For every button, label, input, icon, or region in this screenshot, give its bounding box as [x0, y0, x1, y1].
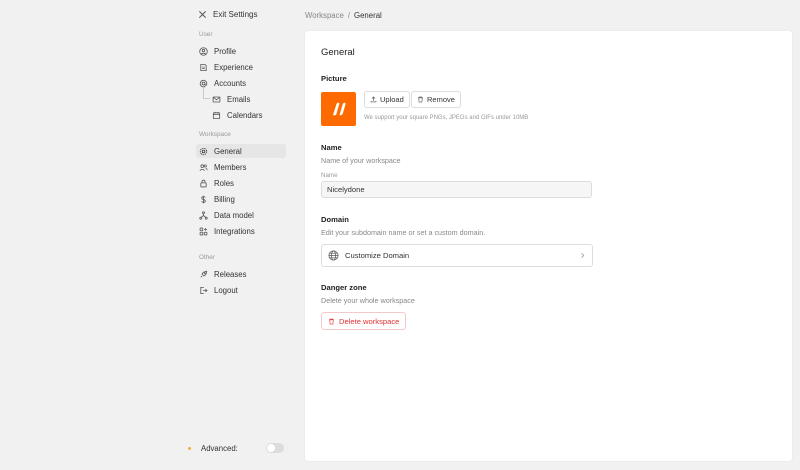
sidebar-item-data-model[interactable]: Data model [196, 208, 286, 222]
delete-workspace-button[interactable]: Delete workspace [321, 312, 407, 330]
name-field-label: Name [321, 172, 338, 179]
sidebar-item-label: Integrations [214, 226, 255, 236]
upload-button[interactable]: Upload [364, 91, 410, 108]
advanced-setting: Advanced: [186, 441, 286, 455]
picture-section-title: Picture [321, 74, 347, 83]
status-dot [188, 446, 191, 450]
sidebar-item-logout[interactable]: Logout [196, 283, 286, 297]
breadcrumb-current: General [354, 10, 382, 20]
workspace-name-input[interactable] [321, 181, 592, 198]
close-icon [198, 10, 207, 18]
section-label-user: User [199, 31, 213, 38]
danger-section-description: Delete your whole workspace [321, 296, 415, 305]
sidebar-item-experience[interactable]: Experience [196, 60, 286, 74]
advanced-label: Advanced: [201, 443, 238, 453]
remove-button[interactable]: Remove [411, 91, 461, 108]
settings-card: General Picture Upload Remove We support… [304, 30, 793, 462]
settings-icon [199, 147, 208, 155]
upload-icon [370, 96, 377, 103]
sidebar-item-label: Roles [214, 178, 234, 188]
logout-icon [200, 286, 208, 294]
mail-icon [212, 96, 221, 102]
domain-section-description: Edit your subdomain name or set a custom… [321, 228, 486, 237]
at-sign-icon [199, 79, 208, 87]
breadcrumb-parent[interactable]: Workspace [305, 11, 344, 20]
sidebar-item-roles[interactable]: Roles [196, 176, 286, 190]
hierarchy-icon [199, 210, 208, 220]
remove-label: Remove [427, 95, 455, 104]
sidebar-item-label: Data model [214, 210, 254, 220]
danger-section-title: Danger zone [321, 283, 367, 292]
lock-icon [200, 179, 207, 187]
sidebar-item-label: Releases [214, 269, 247, 279]
advanced-toggle[interactable] [266, 443, 284, 453]
workspace-logo[interactable] [321, 92, 356, 126]
trash-icon [329, 318, 334, 324]
toggle-knob [267, 444, 275, 452]
calendar-icon [212, 111, 221, 119]
chevron-right-icon [581, 253, 585, 258]
sidebar-item-calendars[interactable]: Calendars [209, 108, 286, 122]
sidebar-item-emails[interactable]: Emails [209, 92, 286, 106]
name-section-description: Name of your workspace [321, 156, 401, 165]
name-section-title: Name [321, 143, 342, 152]
apps-icon [199, 227, 208, 235]
section-label-workspace: Workspace [199, 131, 231, 138]
sidebar-item-label: Members [214, 162, 247, 172]
domain-section-title: Domain [321, 215, 349, 224]
sidebar-item-label: Logout [214, 285, 238, 295]
exit-settings-button[interactable]: Exit Settings [198, 7, 257, 21]
sidebar-item-label: Profile [214, 46, 237, 56]
sidebar-item-releases[interactable]: Releases [196, 267, 286, 281]
sidebar-item-profile[interactable]: Profile [196, 44, 286, 58]
user-circle-icon [199, 46, 208, 56]
workspace-logo-icon [332, 102, 346, 116]
breadcrumb-separator: / [347, 10, 351, 20]
sidebar-item-label: Accounts [214, 78, 247, 88]
sidebar: Exit Settings User Profile Experience Ac… [0, 0, 303, 470]
picture-hint: We support your square PNGs, JPEGs and G… [364, 115, 529, 121]
sidebar-item-label: Calendars [227, 110, 263, 120]
breadcrumb: Workspace / General [305, 10, 382, 20]
sidebar-item-general[interactable]: General [196, 144, 286, 158]
sidebar-item-integrations[interactable]: Integrations [196, 224, 286, 238]
sidebar-item-label: Experience [214, 62, 254, 72]
section-label-other: Other [199, 254, 215, 261]
upload-label: Upload [380, 95, 404, 104]
sidebar-item-label: General [214, 146, 242, 156]
experience-icon [200, 63, 207, 71]
sidebar-item-label: Emails [227, 94, 251, 104]
globe-icon [328, 250, 339, 261]
sidebar-item-billing[interactable]: Billing [196, 192, 286, 206]
rocket-icon [200, 270, 208, 277]
delete-workspace-label: Delete workspace [339, 316, 400, 326]
settings-app: Exit Settings User Profile Experience Ac… [0, 0, 800, 470]
users-icon [199, 163, 208, 171]
dollar-icon [201, 195, 206, 203]
page-title: General [321, 47, 355, 58]
sidebar-item-label: Billing [214, 194, 235, 204]
exit-settings-label: Exit Settings [213, 9, 258, 19]
trash-icon [418, 96, 423, 103]
sidebar-item-members[interactable]: Members [196, 160, 286, 174]
customize-domain-row[interactable]: Customize Domain [321, 244, 593, 267]
customize-domain-label: Customize Domain [345, 251, 410, 260]
